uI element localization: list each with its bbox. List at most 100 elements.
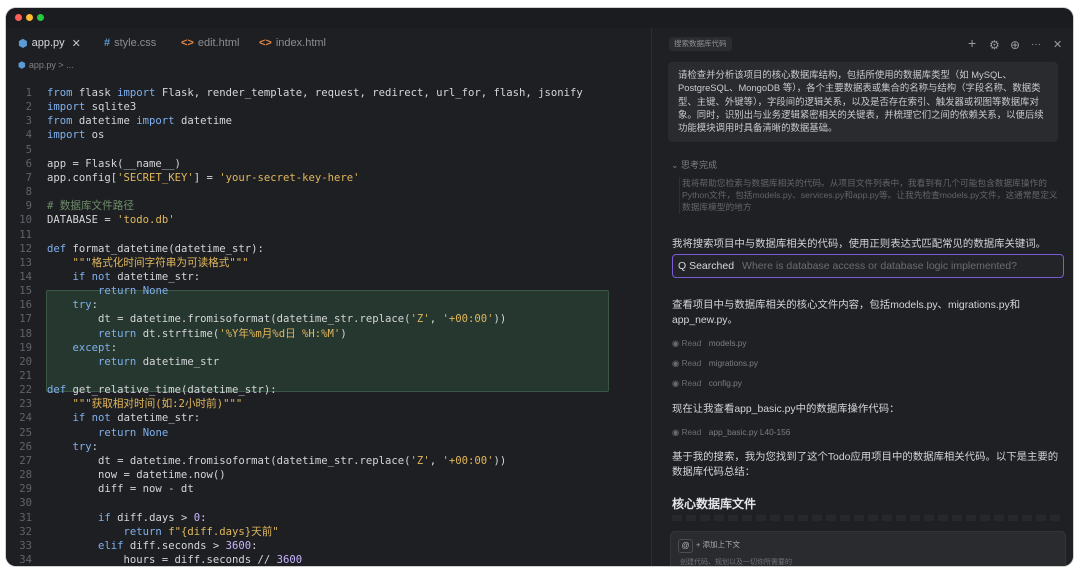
more-icon[interactable]: ···	[1031, 38, 1041, 52]
line-number: 13	[19, 256, 32, 269]
read-file-item[interactable]: ◉ Read config.py	[672, 378, 742, 388]
code-line[interactable]: 32 return f"{diff.days}天前"	[6, 525, 651, 539]
read-file-name: migrations.py	[708, 358, 759, 368]
close-icon[interactable]: ✕	[1053, 38, 1062, 52]
code-line[interactable]: 9 # 数据库文件路径	[6, 199, 651, 213]
code-text: def get_relative_time(datetime_str):	[47, 384, 277, 397]
thinking-toggle[interactable]: ⌄ 思考完成	[671, 158, 717, 171]
code-text: try:	[72, 440, 99, 453]
line-number: 33	[19, 539, 32, 552]
assistant-message: 基于我的搜索，我为您找到了这个Todo应用项目中的数据库相关代码。以下是主要的数…	[672, 452, 1059, 478]
code-text: # 数据库文件路径	[47, 200, 134, 213]
eye-icon: ◉	[672, 378, 680, 388]
line-number: 10	[19, 214, 32, 227]
code-line[interactable]: 1 from flask import Flask, render_templat…	[6, 86, 651, 100]
code-line[interactable]: 4 import os	[6, 128, 651, 142]
line-number: 21	[19, 370, 32, 382]
line-number: 7	[25, 171, 32, 184]
app-window: ⬢ app.py ✕ # style.css <> edit.html <> i…	[6, 8, 1073, 566]
tab-style-css[interactable]: # style.css	[104, 28, 156, 58]
code-text: import os	[47, 129, 105, 142]
code-text: return None	[98, 426, 169, 439]
tab-index-html[interactable]: <> index.html	[259, 28, 326, 58]
line-number: 11	[19, 228, 32, 241]
close-icon[interactable]: ✕	[72, 37, 81, 50]
code-line[interactable]: 24 if not datetime_str:	[6, 411, 651, 425]
code-line[interactable]: 25 return None	[6, 426, 651, 440]
line-number: 28	[19, 469, 32, 482]
line-number: 19	[19, 341, 32, 354]
chat-input[interactable]: @ + 添加上下文 创建代码、规划以及一切你所需要的	[670, 531, 1066, 566]
code-line[interactable]: 22 def get_relative_time(datetime_str):	[6, 383, 651, 397]
code-line[interactable]: 8	[6, 185, 651, 199]
read-file-item[interactable]: ◉ Read app_basic.py L40-156	[672, 427, 790, 437]
code-text: return dt.strftime('%Y年%m月%d日 %H:%M')	[98, 327, 347, 340]
line-number: 30	[19, 497, 32, 510]
code-line[interactable]: 34 hours = diff.seconds // 3600	[6, 553, 651, 566]
read-file-name: app_basic.py L40-156	[708, 427, 791, 437]
code-line[interactable]: 30	[6, 496, 651, 510]
code-line[interactable]: 17 dt = datetime.fromisoformat(datetime_…	[6, 312, 651, 326]
code-line[interactable]: 29 diff = now - dt	[6, 482, 651, 496]
code-line[interactable]: 5	[6, 143, 651, 157]
title-bar	[6, 8, 1073, 28]
read-file-name: models.py	[708, 338, 747, 348]
breadcrumb[interactable]: ⬢ app.py > ...	[18, 58, 74, 72]
code-line[interactable]: 6 app = Flask(__name__)	[6, 157, 651, 171]
tab-label: index.html	[275, 37, 326, 49]
code-text: return None	[98, 285, 169, 298]
python-icon: ⬢	[18, 59, 26, 70]
line-number: 22	[19, 384, 32, 397]
line-number: 4	[25, 129, 32, 142]
code-line[interactable]: 33 elif diff.seconds > 3600:	[6, 539, 651, 553]
search-result-card[interactable]: Q Searched Where is database access or d…	[672, 254, 1064, 278]
line-number: 5	[25, 143, 32, 156]
code-line[interactable]: 12 def format_datetime(datetime_str):	[6, 242, 651, 256]
code-line[interactable]: 11	[6, 228, 651, 242]
code-text: """获取相对时间(如:2小时前)"""	[72, 398, 243, 411]
close-window-button[interactable]	[15, 14, 22, 21]
tab-app-py[interactable]: ⬢ app.py ✕	[18, 28, 81, 58]
line-number: 24	[19, 412, 32, 425]
tab-edit-html[interactable]: <> edit.html	[181, 28, 239, 58]
code-line[interactable]: 28 now = datetime.now()	[6, 468, 651, 482]
code-line[interactable]: 31 if diff.days > 0:	[6, 511, 651, 525]
code-line[interactable]: 21	[6, 369, 651, 383]
read-file-item[interactable]: ◉ Read models.py	[672, 338, 747, 348]
maximize-window-button[interactable]	[37, 14, 44, 21]
code-line[interactable]: 19 except:	[6, 341, 651, 355]
minimize-window-button[interactable]	[26, 14, 33, 21]
code-text: DATABASE = 'todo.db'	[47, 214, 175, 227]
code-line[interactable]: 27 dt = datetime.fromisoformat(datetime_…	[6, 454, 651, 468]
settings-icon[interactable]: ⚙	[989, 38, 1000, 52]
chat-title[interactable]: 搜索数据库代码	[669, 37, 732, 51]
assistant-message: 我将搜索项目中与数据库相关的代码，使用正则表达式匹配常见的数据库关键词。	[672, 239, 1047, 250]
code-text: import sqlite3	[47, 101, 137, 114]
code-line[interactable]: 7 app.config['SECRET_KEY'] = 'your-secret…	[6, 171, 651, 185]
line-number: 34	[19, 553, 32, 566]
code-line[interactable]: 2 import sqlite3	[6, 100, 651, 114]
code-line[interactable]: 10 DATABASE = 'todo.db'	[6, 213, 651, 227]
chat-input-placeholder[interactable]: 创建代码、规划以及一切你所需要的	[680, 557, 792, 566]
code-editor: ⬢ app.py ✕ # style.css <> edit.html <> i…	[6, 28, 651, 566]
thinking-text: 我将帮助您检索与数据库相关的代码。从项目文件列表中，我看到有几个可能包含数据库操…	[679, 177, 1066, 214]
code-line[interactable]: 26 try:	[6, 440, 651, 454]
read-file-item[interactable]: ◉ Read migrations.py	[672, 358, 758, 368]
hash-icon: #	[104, 37, 111, 49]
code-line[interactable]: 15 return None	[6, 284, 651, 298]
line-number: 23	[19, 398, 32, 411]
globe-icon[interactable]: ⊕	[1010, 38, 1020, 52]
code-text: app.config['SECRET_KEY'] = 'your-secret-…	[47, 171, 360, 184]
code-line[interactable]: 18 return dt.strftime('%Y年%m月%d日 %H:%M')	[6, 327, 651, 341]
code-line[interactable]: 14 if not datetime_str:	[6, 270, 651, 284]
assistant-message: 现在让我查看app_basic.py中的数据库操作代码：	[672, 404, 900, 415]
plus-icon[interactable]: +	[968, 36, 976, 50]
code-line[interactable]: 20 return datetime_str	[6, 355, 651, 369]
mention-button[interactable]: @	[678, 539, 693, 553]
line-number: 27	[19, 454, 32, 467]
code-line[interactable]: 16 try:	[6, 298, 651, 312]
code-line[interactable]: 3 from datetime import datetime	[6, 114, 651, 128]
add-context-button[interactable]: + 添加上下文	[696, 539, 740, 551]
code-line[interactable]: 23 """获取相对时间(如:2小时前)"""	[6, 397, 651, 411]
code-line[interactable]: 13 """格式化时间字符串为可读格式"""	[6, 256, 651, 270]
